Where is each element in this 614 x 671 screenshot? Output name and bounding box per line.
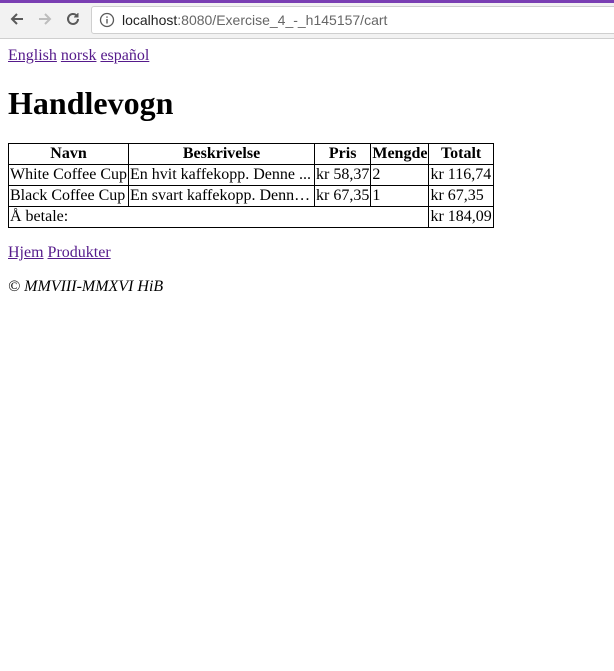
language-link-espanol[interactable]: español — [100, 47, 149, 64]
cell-quantity: 2 — [370, 164, 430, 186]
page-nav-links: Hjem Produkter — [8, 244, 606, 262]
address-bar[interactable]: localhost:8080/Exercise_4_-_h145157/cart — [91, 6, 614, 34]
cell-description: En hvit kaffekopp. Denne ... — [128, 164, 316, 186]
forward-button[interactable] — [34, 8, 56, 30]
window-accent-bar — [0, 0, 614, 3]
cell-price: kr 67,35 — [314, 185, 372, 207]
table-row: Black Coffee Cup En svart kaffekopp. Den… — [7, 185, 494, 207]
language-links: English norsk español — [8, 47, 606, 65]
column-header-navn: Navn — [7, 143, 130, 165]
table-row: White Coffee Cup En hvit kaffekopp. Denn… — [7, 164, 494, 186]
column-header-beskrivelse: Beskrivelse — [128, 143, 316, 165]
reload-button[interactable] — [62, 8, 84, 30]
info-icon[interactable] — [99, 12, 115, 28]
column-header-pris: Pris — [314, 143, 372, 165]
arrow-left-icon — [10, 13, 23, 25]
cart-table: Navn Beskrivelse Pris Mengde Totalt Whit… — [7, 143, 494, 228]
cell-total: kr 67,35 — [428, 185, 494, 207]
column-header-mengde: Mengde — [370, 143, 430, 165]
page-content: English norsk español Handlevogn Navn Besk… — [7, 39, 606, 296]
cell-quantity: 1 — [370, 185, 430, 207]
total-label: Å betale: — [7, 206, 430, 228]
table-header-row: Navn Beskrivelse Pris Mengde Totalt — [7, 143, 494, 165]
nav-link-produkter[interactable]: Produkter — [48, 244, 111, 261]
total-row: Å betale: kr 184,09 — [7, 206, 494, 228]
cell-total: kr 116,74 — [428, 164, 494, 186]
url-host: localhost — [122, 12, 178, 28]
back-button[interactable] — [6, 8, 28, 30]
reload-icon — [67, 12, 79, 25]
footer-copyright: © MMVIII-MMXVI HiB — [8, 278, 164, 295]
column-header-totalt: Totalt — [428, 143, 494, 165]
cell-name: White Coffee Cup — [7, 164, 130, 186]
url-path: :8080/Exercise_4_-_h145157/cart — [177, 12, 388, 28]
arrow-right-icon — [39, 13, 52, 25]
cell-name: Black Coffee Cup — [7, 185, 130, 207]
cell-price: kr 58,37 — [314, 164, 372, 186]
browser-toolbar: localhost:8080/Exercise_4_-_h145157/cart — [0, 0, 614, 39]
url-text: localhost:8080/Exercise_4_-_h145157/cart — [122, 12, 387, 28]
total-value: kr 184,09 — [428, 206, 494, 228]
cell-description: En svart kaffekopp. Denne... — [128, 185, 316, 207]
nav-link-hjem[interactable]: Hjem — [8, 244, 44, 261]
language-link-norsk[interactable]: norsk — [61, 47, 97, 64]
page-title: Handlevogn — [8, 85, 174, 121]
language-link-english[interactable]: English — [8, 47, 57, 64]
